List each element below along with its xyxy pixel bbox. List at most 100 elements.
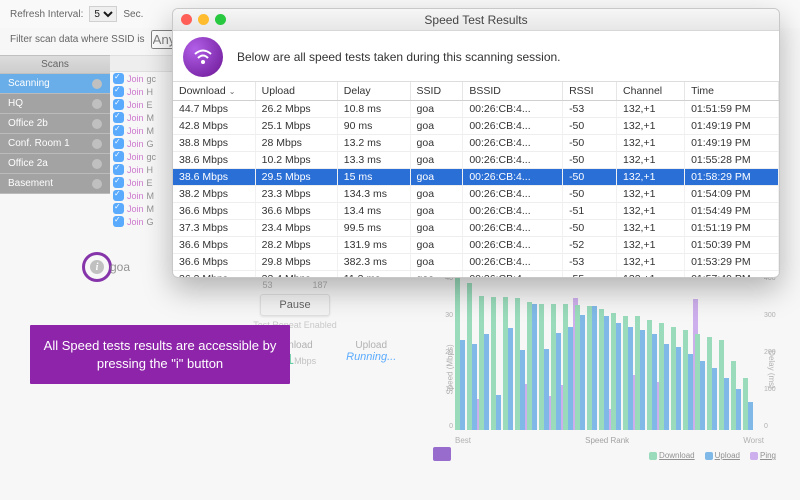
bar-group <box>467 283 477 430</box>
info-icon[interactable]: i <box>90 260 104 274</box>
network-row[interactable]: JoinG <box>110 215 175 228</box>
delete-icon[interactable] <box>92 179 102 189</box>
bar-group <box>551 304 561 430</box>
bar-group <box>515 298 525 430</box>
network-row[interactable]: JoinM <box>110 124 175 137</box>
network-row[interactable]: JoinE <box>110 98 175 111</box>
network-row[interactable]: Joingc <box>110 72 175 85</box>
col-upload[interactable]: Upload <box>255 82 337 101</box>
col-ssid[interactable]: SSID <box>410 82 463 101</box>
network-row[interactable]: JoinM <box>110 202 175 215</box>
table-row[interactable]: 36.6 Mbps29.8 Mbps382.3 msgoa00:26:CB:4.… <box>173 254 779 271</box>
network-row[interactable]: Joingc <box>110 150 175 163</box>
col-bssid[interactable]: BSSID <box>463 82 563 101</box>
table-row[interactable]: 36.6 Mbps28.2 Mbps131.9 msgoa00:26:CB:4.… <box>173 237 779 254</box>
checkbox-icon[interactable] <box>113 73 124 84</box>
x-axis-worst: Worst <box>743 436 764 445</box>
results-table[interactable]: Download⌄UploadDelaySSIDBSSIDRSSIChannel… <box>173 82 779 278</box>
info-button-highlight: i <box>82 252 112 282</box>
delete-icon[interactable] <box>92 139 102 149</box>
bar-group <box>599 309 609 430</box>
bar-group <box>719 340 729 430</box>
checkbox-icon[interactable] <box>113 86 124 97</box>
checkbox-icon[interactable] <box>113 151 124 162</box>
network-row[interactable]: JoinM <box>110 189 175 202</box>
bar-group <box>707 337 717 430</box>
checkbox-icon[interactable] <box>113 138 124 149</box>
bar-group <box>671 327 681 430</box>
gauge-ssid-label: goa <box>110 260 130 274</box>
sidebar-item-hq[interactable]: HQ <box>0 94 110 114</box>
table-row[interactable]: 42.8 Mbps25.1 Mbps90 msgoa00:26:CB:4...-… <box>173 118 779 135</box>
checkbox-icon[interactable] <box>113 177 124 188</box>
sidebar-item-office-2a[interactable]: Office 2a <box>0 154 110 174</box>
col-rssi[interactable]: RSSI <box>563 82 617 101</box>
bar-group <box>731 361 741 430</box>
checkbox-icon[interactable] <box>113 125 124 136</box>
checkbox-icon[interactable] <box>113 190 124 201</box>
x-axis-label: Speed Rank <box>585 436 629 445</box>
refresh-select[interactable]: 5 <box>89 6 117 22</box>
delete-icon[interactable] <box>92 99 102 109</box>
sidebar-item-basement[interactable]: Basement <box>0 174 110 194</box>
network-list: JoingcJoinHJoinEJoinMJoinMJoinGJoingcJoi… <box>110 55 175 228</box>
upload-value: Running... <box>346 351 396 363</box>
checkbox-icon[interactable] <box>113 216 124 227</box>
checkbox-icon[interactable] <box>113 164 124 175</box>
scans-sidebar: Scans ScanningHQOffice 2bConf. Room 1Off… <box>0 55 110 228</box>
titlebar[interactable]: Speed Test Results <box>173 9 779 31</box>
chart-legend: DownloadUploadPing <box>649 451 776 460</box>
x-axis-best: Best <box>455 436 471 445</box>
table-row[interactable]: 38.8 Mbps28 Mbps13.2 msgoa00:26:CB:4...-… <box>173 135 779 152</box>
delete-icon[interactable] <box>92 159 102 169</box>
table-row[interactable]: 37.3 Mbps23.4 Mbps99.5 msgoa00:26:CB:4..… <box>173 220 779 237</box>
col-channel[interactable]: Channel <box>617 82 685 101</box>
bar-group <box>503 297 513 430</box>
bar-group <box>575 305 585 430</box>
results-headline: Below are all speed tests taken during t… <box>237 50 561 64</box>
speed-test-results-window: Speed Test Results Below are all speed t… <box>172 8 780 278</box>
col-download[interactable]: Download⌄ <box>173 82 255 101</box>
upload-label: Upload <box>346 340 396 351</box>
bar-group <box>743 378 753 430</box>
sec-label: Sec. <box>123 9 143 20</box>
delete-icon[interactable] <box>92 79 102 89</box>
checkbox-icon[interactable] <box>113 203 124 214</box>
close-icon[interactable] <box>181 14 192 25</box>
sidebar-item-conf-room-1[interactable]: Conf. Room 1 <box>0 134 110 154</box>
zoom-icon[interactable] <box>215 14 226 25</box>
bar-group <box>563 304 573 430</box>
checkbox-icon[interactable] <box>113 112 124 123</box>
refresh-label: Refresh Interval: <box>10 9 83 20</box>
network-row[interactable]: JoinE <box>110 176 175 189</box>
delete-icon[interactable] <box>92 119 102 129</box>
table-row[interactable]: 36.6 Mbps36.6 Mbps13.4 msgoa00:26:CB:4..… <box>173 203 779 220</box>
network-row[interactable]: JoinG <box>110 137 175 150</box>
bar-group <box>683 330 693 430</box>
bar-group <box>623 316 633 430</box>
table-row[interactable]: 38.6 Mbps29.5 Mbps15 msgoa00:26:CB:4...-… <box>173 169 779 186</box>
table-row[interactable]: 44.7 Mbps26.2 Mbps10.8 msgoa00:26:CB:4..… <box>173 101 779 118</box>
sidebar-item-scanning[interactable]: Scanning <box>0 74 110 94</box>
network-row[interactable]: JoinM <box>110 111 175 124</box>
table-row[interactable]: 36.3 Mbps33.4 Mbps11.3 msgoa00:26:CB:4..… <box>173 271 779 279</box>
col-delay[interactable]: Delay <box>337 82 410 101</box>
network-row[interactable]: JoinH <box>110 85 175 98</box>
speed-rank-chart: Speed (Mbps) Delay (ms) 403020100 400300… <box>433 275 786 455</box>
bar-group <box>695 334 705 430</box>
network-row[interactable]: JoinH <box>110 163 175 176</box>
table-row[interactable]: 38.6 Mbps10.2 Mbps13.3 msgoa00:26:CB:4..… <box>173 152 779 169</box>
col-time[interactable]: Time <box>685 82 779 101</box>
pause-button[interactable]: Pause <box>260 294 329 316</box>
table-row[interactable]: 38.2 Mbps23.3 Mbps134.3 msgoa00:26:CB:4.… <box>173 186 779 203</box>
chevron-down-icon: ⌄ <box>229 87 236 96</box>
bar-group <box>647 320 657 430</box>
app-icon <box>183 37 223 77</box>
checkbox-icon[interactable] <box>113 99 124 110</box>
bar-group <box>491 297 501 430</box>
filter-label: Filter scan data where SSID is <box>10 34 145 45</box>
sidebar-item-office-2b[interactable]: Office 2b <box>0 114 110 134</box>
minimize-icon[interactable] <box>198 14 209 25</box>
tutorial-callout: All Speed tests results are accessible b… <box>30 325 290 384</box>
bar-group <box>611 313 621 430</box>
